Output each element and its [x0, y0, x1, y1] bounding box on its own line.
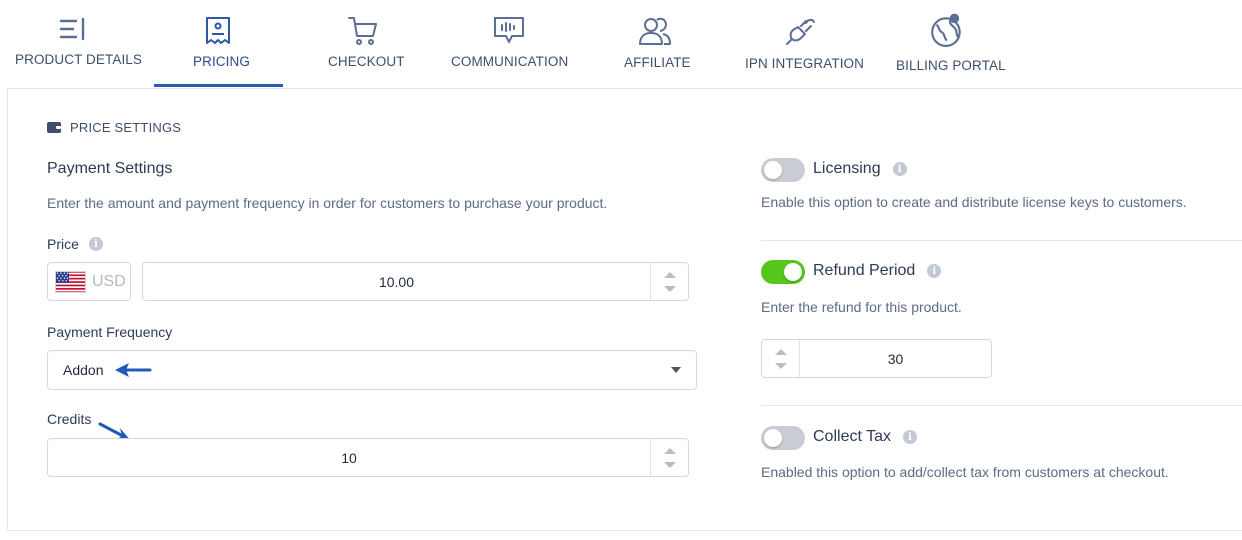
credits-input[interactable]: 10 — [47, 438, 689, 477]
tab-label: PRICING — [193, 54, 250, 69]
toggle-knob — [784, 263, 802, 281]
tab-checkout[interactable]: CHECKOUT — [300, 0, 426, 88]
price-stepper — [650, 263, 688, 300]
credits-label: Credits — [47, 411, 92, 427]
increment-arrow-icon[interactable] — [774, 348, 787, 355]
annotation-arrow-icon — [115, 363, 152, 377]
refund-period-label-row: Refund Period i — [813, 262, 942, 280]
info-icon[interactable]: i — [88, 237, 103, 251]
licensing-label-row: Licensing i — [813, 160, 907, 178]
price-value: 10.00 — [378, 273, 415, 290]
refund-period-label: Refund Period — [813, 262, 916, 279]
decrement-arrow-icon[interactable] — [774, 362, 787, 369]
tab-product-details[interactable]: PRODUCT DETAILS — [0, 0, 146, 88]
decrement-arrow-icon[interactable] — [663, 461, 676, 468]
licensing-label: Licensing — [813, 160, 881, 177]
price-label-row: Price i — [47, 236, 103, 252]
payment-settings-heading: Payment Settings — [47, 160, 173, 177]
refund-period-description: Enter the refund for this product. — [761, 299, 962, 315]
refund-period-input[interactable]: 30 — [761, 339, 992, 378]
increment-arrow-icon[interactable] — [663, 271, 676, 278]
section-title: PRICE SETTINGS — [70, 120, 182, 135]
tab-pricing[interactable]: PRICING — [154, 0, 283, 88]
chevron-down-icon — [671, 367, 681, 373]
us-flag-icon — [55, 270, 86, 293]
refund-period-value: 30 — [887, 350, 904, 367]
receipt-icon — [206, 17, 230, 44]
tab-billing-portal[interactable]: BILLING PORTAL — [885, 0, 1007, 88]
tab-affiliate[interactable]: AFFILIATE — [600, 0, 710, 88]
decrement-arrow-icon[interactable] — [663, 285, 676, 292]
active-tab-indicator — [154, 84, 283, 87]
payment-frequency-value: Addon — [63, 362, 104, 378]
tab-label: COMMUNICATION — [451, 54, 569, 69]
divider — [761, 405, 1242, 406]
tab-label: BILLING PORTAL — [896, 58, 1006, 73]
currency-select[interactable]: USD — [47, 262, 131, 301]
price-input[interactable]: 10.00 — [142, 262, 689, 301]
tab-label: PRODUCT DETAILS — [15, 52, 143, 67]
credits-value: 10 — [341, 449, 357, 466]
tab-label: CHECKOUT — [328, 54, 405, 69]
licensing-toggle[interactable] — [761, 158, 805, 182]
collect-tax-toggle[interactable] — [761, 426, 805, 450]
cart-icon — [348, 17, 377, 45]
payment-frequency-label: Payment Frequency — [47, 324, 173, 340]
list-icon — [59, 17, 85, 41]
tab-label: IPN INTEGRATION — [745, 56, 865, 71]
tab-bar: PRODUCT DETAILS PRICING CHECKOUT COMMUNI… — [0, 0, 1242, 88]
info-icon[interactable]: i — [902, 430, 917, 444]
collect-tax-label-row: Collect Tax i — [813, 428, 917, 446]
tab-label: AFFILIATE — [624, 55, 691, 70]
chat-icon — [494, 17, 524, 43]
increment-arrow-icon[interactable] — [663, 447, 676, 454]
divider — [761, 240, 1242, 241]
toggle-knob — [764, 429, 782, 447]
refund-period-toggle[interactable] — [761, 260, 805, 284]
users-icon — [639, 17, 671, 45]
info-icon[interactable]: i — [892, 162, 907, 176]
info-icon[interactable]: i — [927, 264, 942, 278]
wallet-icon — [47, 122, 61, 133]
plug-icon — [786, 18, 815, 45]
currency-code: USD — [92, 272, 126, 290]
licensing-description: Enable this option to create and distrib… — [761, 194, 1187, 210]
toggle-knob — [764, 161, 782, 179]
credits-stepper — [650, 439, 688, 476]
refund-period-stepper — [762, 340, 800, 377]
tab-ipn-integration[interactable]: IPN INTEGRATION — [730, 0, 870, 88]
tab-communication[interactable]: COMMUNICATION — [440, 0, 580, 88]
section-header: PRICE SETTINGS — [47, 120, 181, 135]
globe-icon — [931, 13, 961, 47]
collect-tax-label: Collect Tax — [813, 428, 891, 445]
payment-settings-description: Enter the amount and payment frequency i… — [47, 195, 608, 211]
collect-tax-description: Enabled this option to add/collect tax f… — [761, 464, 1169, 480]
price-label: Price — [47, 236, 79, 252]
